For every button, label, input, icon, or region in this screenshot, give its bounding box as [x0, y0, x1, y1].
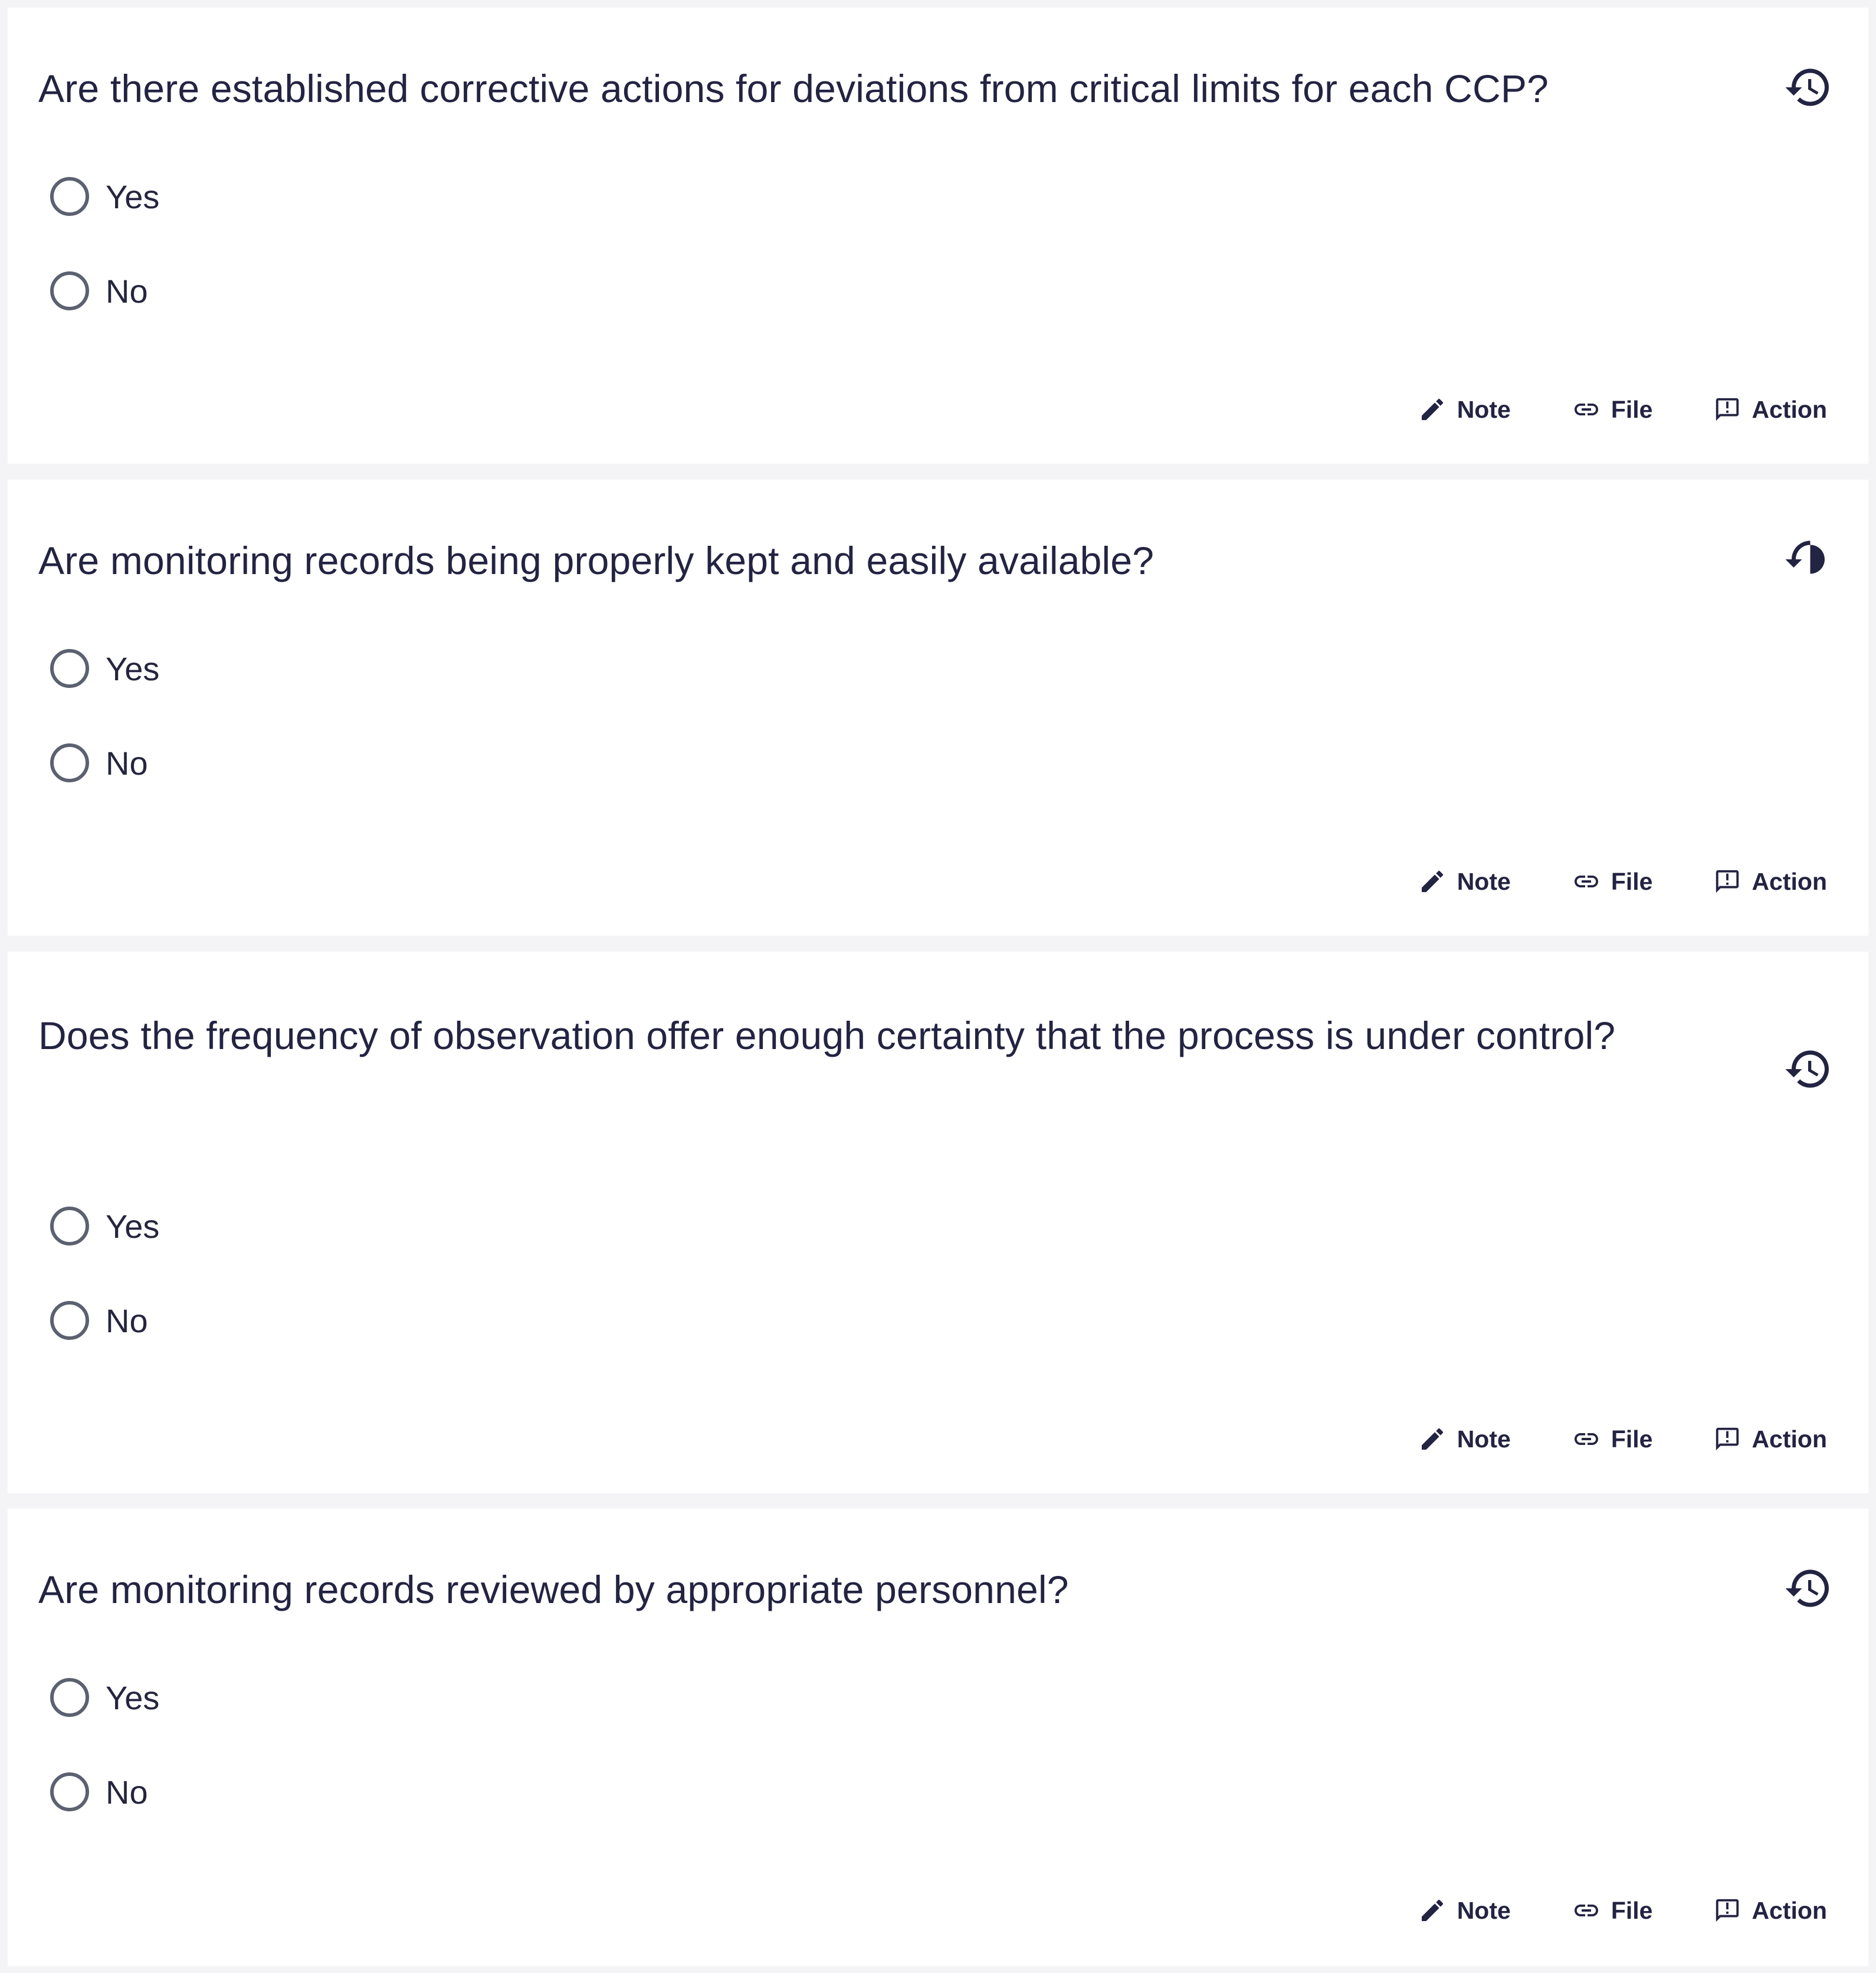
action-label: Action: [1752, 867, 1827, 895]
option-label: Yes: [106, 1679, 160, 1716]
question-card: Are monitoring records reviewed by appro…: [8, 1509, 1868, 1966]
note-label: Note: [1457, 1425, 1511, 1453]
file-button[interactable]: File: [1572, 395, 1653, 424]
pencil-icon: [1421, 1899, 1443, 1921]
card-footer: Note File Action: [1418, 867, 1827, 896]
paperclip-icon: [1574, 1433, 1598, 1445]
option-label: Yes: [106, 178, 160, 215]
card-footer: Note File Action: [1418, 1896, 1827, 1925]
option-label: Yes: [106, 1207, 160, 1245]
file-button[interactable]: File: [1572, 1425, 1653, 1453]
file-label: File: [1611, 867, 1653, 895]
file-label: File: [1611, 1425, 1653, 1453]
option-label: Yes: [106, 650, 160, 687]
question-card: Are monitoring records being properly ke…: [8, 480, 1868, 936]
radio-button[interactable]: [50, 1207, 89, 1246]
comment-alert-icon: [1716, 1899, 1739, 1922]
history-icon[interactable]: [1782, 533, 1835, 586]
option-no[interactable]: No: [50, 1297, 159, 1344]
action-label: Action: [1752, 395, 1827, 423]
question-text: Are monitoring records reviewed by appro…: [38, 1568, 1069, 1611]
card-footer: Note File Action: [1418, 1425, 1827, 1453]
question-card: Are there established corrective actions…: [8, 8, 1868, 464]
action-label: Action: [1752, 1896, 1827, 1924]
paperclip-icon: [1574, 876, 1598, 887]
comment-alert-icon: [1716, 870, 1739, 893]
file-label: File: [1611, 395, 1653, 423]
action-button[interactable]: Action: [1714, 1425, 1827, 1453]
file-label: File: [1611, 1896, 1653, 1924]
option-label: No: [106, 1773, 148, 1811]
action-button[interactable]: Action: [1714, 396, 1827, 424]
question-text: Are there established corrective actions…: [38, 67, 1549, 110]
option-label: No: [106, 744, 148, 782]
action-button[interactable]: Action: [1714, 868, 1827, 896]
note-button[interactable]: Note: [1418, 1425, 1511, 1453]
history-icon[interactable]: [1782, 1562, 1835, 1615]
question-card: Does the frequency of observation offer …: [8, 952, 1868, 1493]
paperclip-icon: [1574, 404, 1598, 415]
radio-button[interactable]: [50, 649, 89, 688]
radio-button[interactable]: [50, 1678, 89, 1717]
action-button[interactable]: Action: [1714, 1897, 1827, 1925]
answer-options: Yes No: [50, 645, 159, 834]
answer-options: Yes No: [50, 173, 159, 362]
option-yes[interactable]: Yes: [50, 1674, 159, 1721]
pencil-icon: [1421, 870, 1443, 892]
radio-button[interactable]: [50, 1301, 89, 1340]
comment-alert-icon: [1716, 1427, 1739, 1451]
checklist-page: Are there established corrective actions…: [0, 0, 1876, 1973]
question-text: Does the frequency of observation offer …: [38, 1014, 1616, 1057]
file-button[interactable]: File: [1572, 1896, 1653, 1925]
option-no[interactable]: No: [50, 739, 159, 786]
question-text: Are monitoring records being properly ke…: [38, 539, 1155, 582]
note-button[interactable]: Note: [1418, 395, 1511, 424]
option-yes[interactable]: Yes: [50, 173, 159, 220]
radio-button[interactable]: [50, 1772, 89, 1811]
history-icon[interactable]: [1782, 61, 1835, 114]
pencil-icon: [1421, 1428, 1443, 1450]
note-button[interactable]: Note: [1418, 867, 1511, 896]
card-footer: Note File Action: [1418, 395, 1827, 424]
radio-button[interactable]: [50, 271, 89, 310]
note-label: Note: [1457, 1896, 1511, 1924]
action-label: Action: [1752, 1425, 1827, 1453]
answer-options: Yes No: [50, 1202, 159, 1391]
pencil-icon: [1421, 398, 1443, 420]
file-button[interactable]: File: [1572, 867, 1653, 896]
option-yes[interactable]: Yes: [50, 645, 159, 692]
option-yes[interactable]: Yes: [50, 1202, 159, 1250]
option-no[interactable]: No: [50, 1768, 159, 1815]
option-label: No: [106, 1302, 148, 1339]
paperclip-icon: [1574, 1905, 1598, 1916]
note-button[interactable]: Note: [1418, 1896, 1511, 1925]
option-no[interactable]: No: [50, 267, 159, 314]
comment-alert-icon: [1716, 398, 1739, 421]
radio-button[interactable]: [50, 743, 89, 782]
note-label: Note: [1457, 867, 1511, 895]
history-icon[interactable]: [1782, 1043, 1835, 1096]
answer-options: Yes No: [50, 1674, 159, 1863]
radio-button[interactable]: [50, 177, 89, 216]
option-label: No: [106, 272, 148, 310]
note-label: Note: [1457, 395, 1511, 423]
